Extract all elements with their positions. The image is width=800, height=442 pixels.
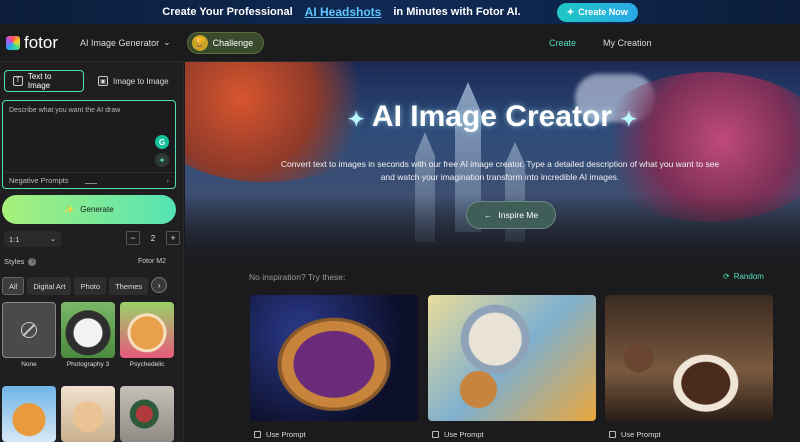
decrement-button[interactable]: − xyxy=(126,231,140,245)
use-prompt-label: Use Prompt xyxy=(266,430,306,439)
style-item-none[interactable]: None xyxy=(2,302,56,368)
hero-subtitle: Convert text to images in seconds with o… xyxy=(280,159,720,182)
copy-icon xyxy=(254,431,261,438)
chip-all[interactable]: All xyxy=(2,277,25,295)
mode-tabs: T Text to Image ▣ Image to Image xyxy=(4,70,177,92)
sparkle-icon: ✦ xyxy=(620,109,638,131)
ratio-value: 1:1 xyxy=(9,234,20,244)
create-now-button[interactable]: ✦ Create Now xyxy=(556,2,638,22)
use-prompt-label: Use Prompt xyxy=(621,430,661,439)
nav-my-creation-link[interactable]: My Creation xyxy=(603,38,652,48)
style-item-photography-3[interactable]: Photography 3 xyxy=(61,302,115,368)
chevron-down-icon: ⌄ xyxy=(163,37,171,47)
hero-title-text: AI Image Creator xyxy=(371,100,612,133)
example-image-cosmic-pie[interactable] xyxy=(250,295,418,421)
example-image-chocolate-pie[interactable] xyxy=(605,295,773,421)
chip-digital-art[interactable]: Digital Art xyxy=(27,277,72,295)
fotor-logo[interactable]: fotor xyxy=(6,33,58,53)
image-count-stepper: − 2 + xyxy=(126,231,180,245)
copy-icon xyxy=(609,431,616,438)
use-prompt-button[interactable]: Use Prompt xyxy=(609,430,661,439)
style-item[interactable] xyxy=(120,386,174,442)
banner-text-after: in Minutes with Fotor AI. xyxy=(393,6,521,18)
styles-header: Styles ? Fotor M2 xyxy=(4,257,180,266)
style-item[interactable] xyxy=(61,386,115,442)
style-caption: None xyxy=(21,361,37,368)
style-item[interactable] xyxy=(2,386,56,442)
generator-sidebar: T Text to Image ▣ Image to Image Describ… xyxy=(0,62,184,442)
chip-photo[interactable]: Photo xyxy=(74,277,107,295)
copy-icon xyxy=(432,431,439,438)
ai-image-generator-menu[interactable]: AI Image Generator ⌄ xyxy=(80,37,171,48)
tab-label: Text to Image xyxy=(27,72,52,90)
style-thumb xyxy=(2,302,56,358)
use-prompt-label: Use Prompt xyxy=(444,430,484,439)
trophy-icon: 🏆 xyxy=(191,34,208,51)
style-thumb xyxy=(61,386,115,442)
inspire-label: Inspire Me xyxy=(498,210,539,220)
chevron-right-icon: › xyxy=(166,176,170,185)
style-thumb xyxy=(2,386,56,442)
use-prompt-button[interactable]: Use Prompt xyxy=(254,430,306,439)
style-caption: Photography 3 xyxy=(66,361,110,368)
menu-label: AI Image Generator xyxy=(80,37,160,48)
random-button[interactable]: ⟳ Random xyxy=(723,272,764,281)
challenge-label: Challenge xyxy=(212,37,254,48)
main-content: ✦ AI Image Creator ✦ Convert text to ima… xyxy=(185,62,800,442)
nav-create-link[interactable]: Create xyxy=(549,38,576,48)
chip-themes[interactable]: Themes xyxy=(109,277,149,295)
text-icon: T xyxy=(13,76,23,86)
info-icon[interactable]: ? xyxy=(28,257,37,266)
create-now-label: Create Now xyxy=(578,7,628,17)
banner-highlight-link[interactable]: AI Headshots xyxy=(305,5,382,19)
style-item-psychedelic[interactable]: Psychedelic xyxy=(120,302,174,368)
chevron-down-icon: ⌄ xyxy=(50,236,56,243)
styles-label: Styles xyxy=(4,257,25,266)
fotor-logo-icon xyxy=(6,35,20,50)
image-icon: ▣ xyxy=(98,76,108,86)
no-inspiration-label: No inspiration? Try these: xyxy=(249,272,346,282)
model-selector[interactable]: Fotor M2 xyxy=(138,258,166,265)
divider xyxy=(85,183,97,184)
grammarly-icon[interactable]: G xyxy=(155,135,169,149)
use-prompt-button[interactable]: Use Prompt xyxy=(432,430,484,439)
generate-button[interactable]: ✨ Generate xyxy=(2,195,176,224)
aspect-ratio-select[interactable]: 1:1 ⌄ xyxy=(4,231,61,247)
generate-label: Generate xyxy=(80,205,114,214)
inspire-me-button[interactable]: ← Inspire Me xyxy=(466,201,556,229)
no-style-icon xyxy=(21,322,37,338)
count-value: 2 xyxy=(150,233,156,243)
prompt-textarea[interactable]: Describe what you want the AI draw G ✦ N… xyxy=(2,100,176,189)
style-caption: Psychedelic xyxy=(129,361,165,368)
style-thumb xyxy=(61,302,115,358)
prompt-placeholder: Describe what you want the AI draw xyxy=(9,107,121,114)
tab-text-to-image[interactable]: T Text to Image xyxy=(4,70,84,92)
refresh-icon: ⟳ xyxy=(723,272,730,281)
style-thumb xyxy=(120,386,174,442)
top-nav: fotor AI Image Generator ⌄ 🏆 Challenge C… xyxy=(0,24,800,62)
random-label: Random xyxy=(733,272,764,281)
magic-wand-icon[interactable]: ✦ xyxy=(155,153,169,167)
arrow-left-icon: ← xyxy=(483,210,493,220)
banner-text-before: Create Your Professional xyxy=(162,6,293,18)
style-thumb xyxy=(120,302,174,358)
style-filter-chips: All Digital Art Photo Themes › xyxy=(2,277,168,295)
example-image-astronaut-cat[interactable] xyxy=(428,295,596,421)
tab-image-to-image[interactable]: ▣ Image to Image xyxy=(90,70,177,92)
magic-wand-icon: ✨ xyxy=(64,205,75,214)
tab-label: Image to Image xyxy=(113,76,169,86)
chevron-right-icon[interactable]: › xyxy=(151,277,168,293)
logo-text: fotor xyxy=(24,32,59,52)
negative-prompts-label: Negative Prompts xyxy=(9,176,69,185)
page-title: ✦ AI Image Creator ✦ xyxy=(185,100,800,134)
increment-button[interactable]: + xyxy=(166,231,180,245)
sparkle-icon: ✦ xyxy=(347,109,365,131)
sparkle-icon: ✦ xyxy=(566,6,575,17)
promo-banner: Create Your Professional AI Headshots in… xyxy=(0,0,800,24)
hero-banner: ✦ AI Image Creator ✦ Convert text to ima… xyxy=(185,62,800,265)
negative-prompts-toggle[interactable]: Negative Prompts › xyxy=(3,172,175,188)
challenge-button[interactable]: 🏆 Challenge xyxy=(186,31,265,54)
